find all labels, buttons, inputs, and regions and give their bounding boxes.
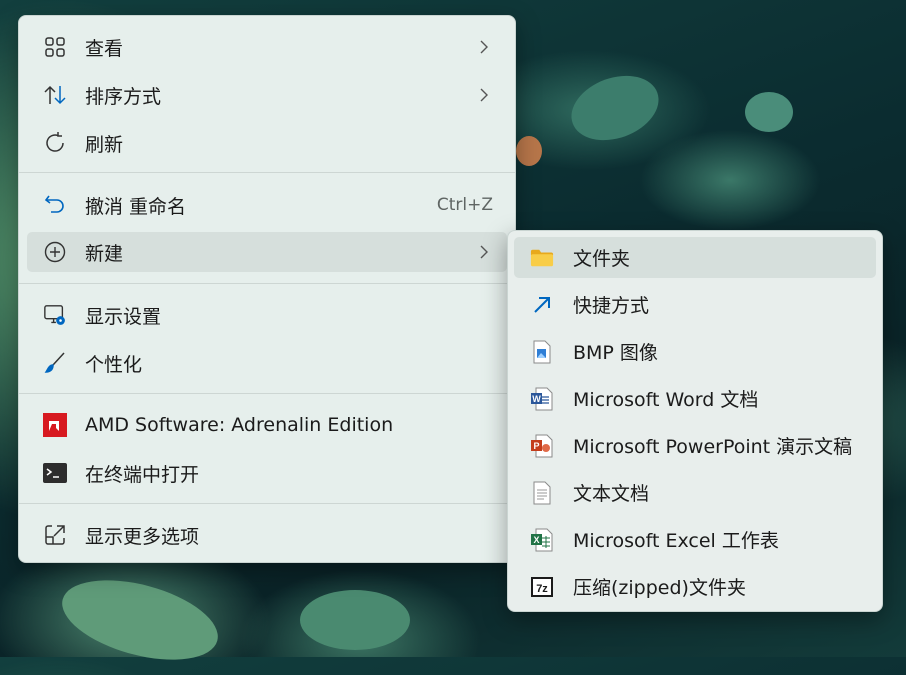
svg-text:7z: 7z [536,583,548,595]
menu-item-sort-by[interactable]: 排序方式 [27,75,507,115]
chevron-right-icon [479,40,489,54]
text-doc-icon [530,481,554,505]
menu-item-label: 在终端中打开 [85,463,200,486]
refresh-icon [43,131,67,155]
submenu-item-shortcut[interactable]: 快捷方式 [514,284,876,325]
submenu-item-label: Microsoft Word 文档 [573,389,759,411]
submenu-item-label: Microsoft PowerPoint 演示文稿 [573,436,853,458]
submenu-item-powerpoint-doc[interactable]: P Microsoft PowerPoint 演示文稿 [514,425,876,466]
wallpaper-leaf [53,565,227,675]
powerpoint-doc-icon: P [530,434,554,458]
wallpaper-leaf [300,590,410,650]
submenu-item-label: Microsoft Excel 工作表 [573,530,779,552]
menu-item-label: 查看 [85,37,124,60]
personalize-brush-icon [43,351,67,375]
menu-item-view[interactable]: 查看 [27,27,507,67]
wallpaper-leaf [745,92,793,132]
menu-item-label: 显示设置 [85,305,162,328]
menu-item-personalize[interactable]: 个性化 [27,343,507,383]
menu-item-label: 个性化 [85,353,143,376]
menu-item-label: 刷新 [85,133,124,156]
menu-item-show-more-options[interactable]: 显示更多选项 [27,515,507,555]
chevron-right-icon [479,88,489,102]
submenu-item-bmp-image[interactable]: BMP 图像 [514,331,876,372]
menu-item-label: 撤消 重命名 [85,195,187,218]
menu-item-label: 显示更多选项 [85,525,200,548]
undo-icon [43,193,67,217]
menu-item-new[interactable]: 新建 [27,232,507,272]
amd-logo-icon [43,413,67,437]
sort-icon [43,83,67,107]
shortcut-hint: Ctrl+Z [436,195,493,215]
wallpaper-leaf [562,64,668,152]
submenu-item-label: 快捷方式 [573,295,650,317]
menu-item-amd-software[interactable]: AMD Software: Adrenalin Edition [27,405,507,445]
chevron-right-icon [479,245,489,259]
menu-separator [19,283,515,284]
shortcut-arrow-icon [530,293,554,317]
submenu-item-label: 文件夹 [573,248,631,270]
new-submenu: 文件夹 快捷方式 BMP 图像 W Microsoft Word 文档 P Mi… [507,230,883,612]
menu-separator [19,503,515,504]
menu-item-label: 排序方式 [85,85,162,108]
bmp-image-icon [530,340,554,364]
zip-7z-icon: 7z [530,575,554,599]
submenu-item-label: BMP 图像 [573,342,658,364]
menu-item-undo-rename[interactable]: 撤消 重命名 Ctrl+Z [27,185,507,225]
menu-item-display-settings[interactable]: 显示设置 [27,295,507,335]
word-doc-icon: W [530,387,554,411]
menu-item-label: 新建 [85,242,124,265]
svg-text:P: P [533,441,539,451]
submenu-item-zip-folder[interactable]: 7z 压缩(zipped)文件夹 [514,566,876,607]
display-settings-icon [43,303,67,327]
wallpaper-leaf [516,136,542,166]
submenu-item-label: 压缩(zipped)文件夹 [573,577,746,599]
menu-item-refresh[interactable]: 刷新 [27,123,507,163]
submenu-item-label: 文本文档 [573,483,650,505]
submenu-item-excel-doc[interactable]: X Microsoft Excel 工作表 [514,519,876,560]
menu-separator [19,172,515,173]
svg-text:X: X [533,535,539,545]
submenu-item-folder[interactable]: 文件夹 [514,237,876,278]
menu-separator [19,393,515,394]
excel-doc-icon: X [530,528,554,552]
menu-item-open-in-terminal[interactable]: 在终端中打开 [27,453,507,493]
terminal-icon [43,461,67,485]
folder-icon [530,246,554,270]
svg-text:W: W [532,394,541,404]
show-more-options-icon [43,523,67,547]
grid-view-icon [43,35,67,59]
submenu-item-word-doc[interactable]: W Microsoft Word 文档 [514,378,876,419]
desktop-context-menu: 查看 排序方式 刷新 撤消 重命名 Ctrl+Z 新建 显示设置 个性化 AMD… [18,15,516,563]
new-plus-icon [43,240,67,264]
menu-item-label: AMD Software: Adrenalin Edition [85,414,394,436]
submenu-item-text-doc[interactable]: 文本文档 [514,472,876,513]
